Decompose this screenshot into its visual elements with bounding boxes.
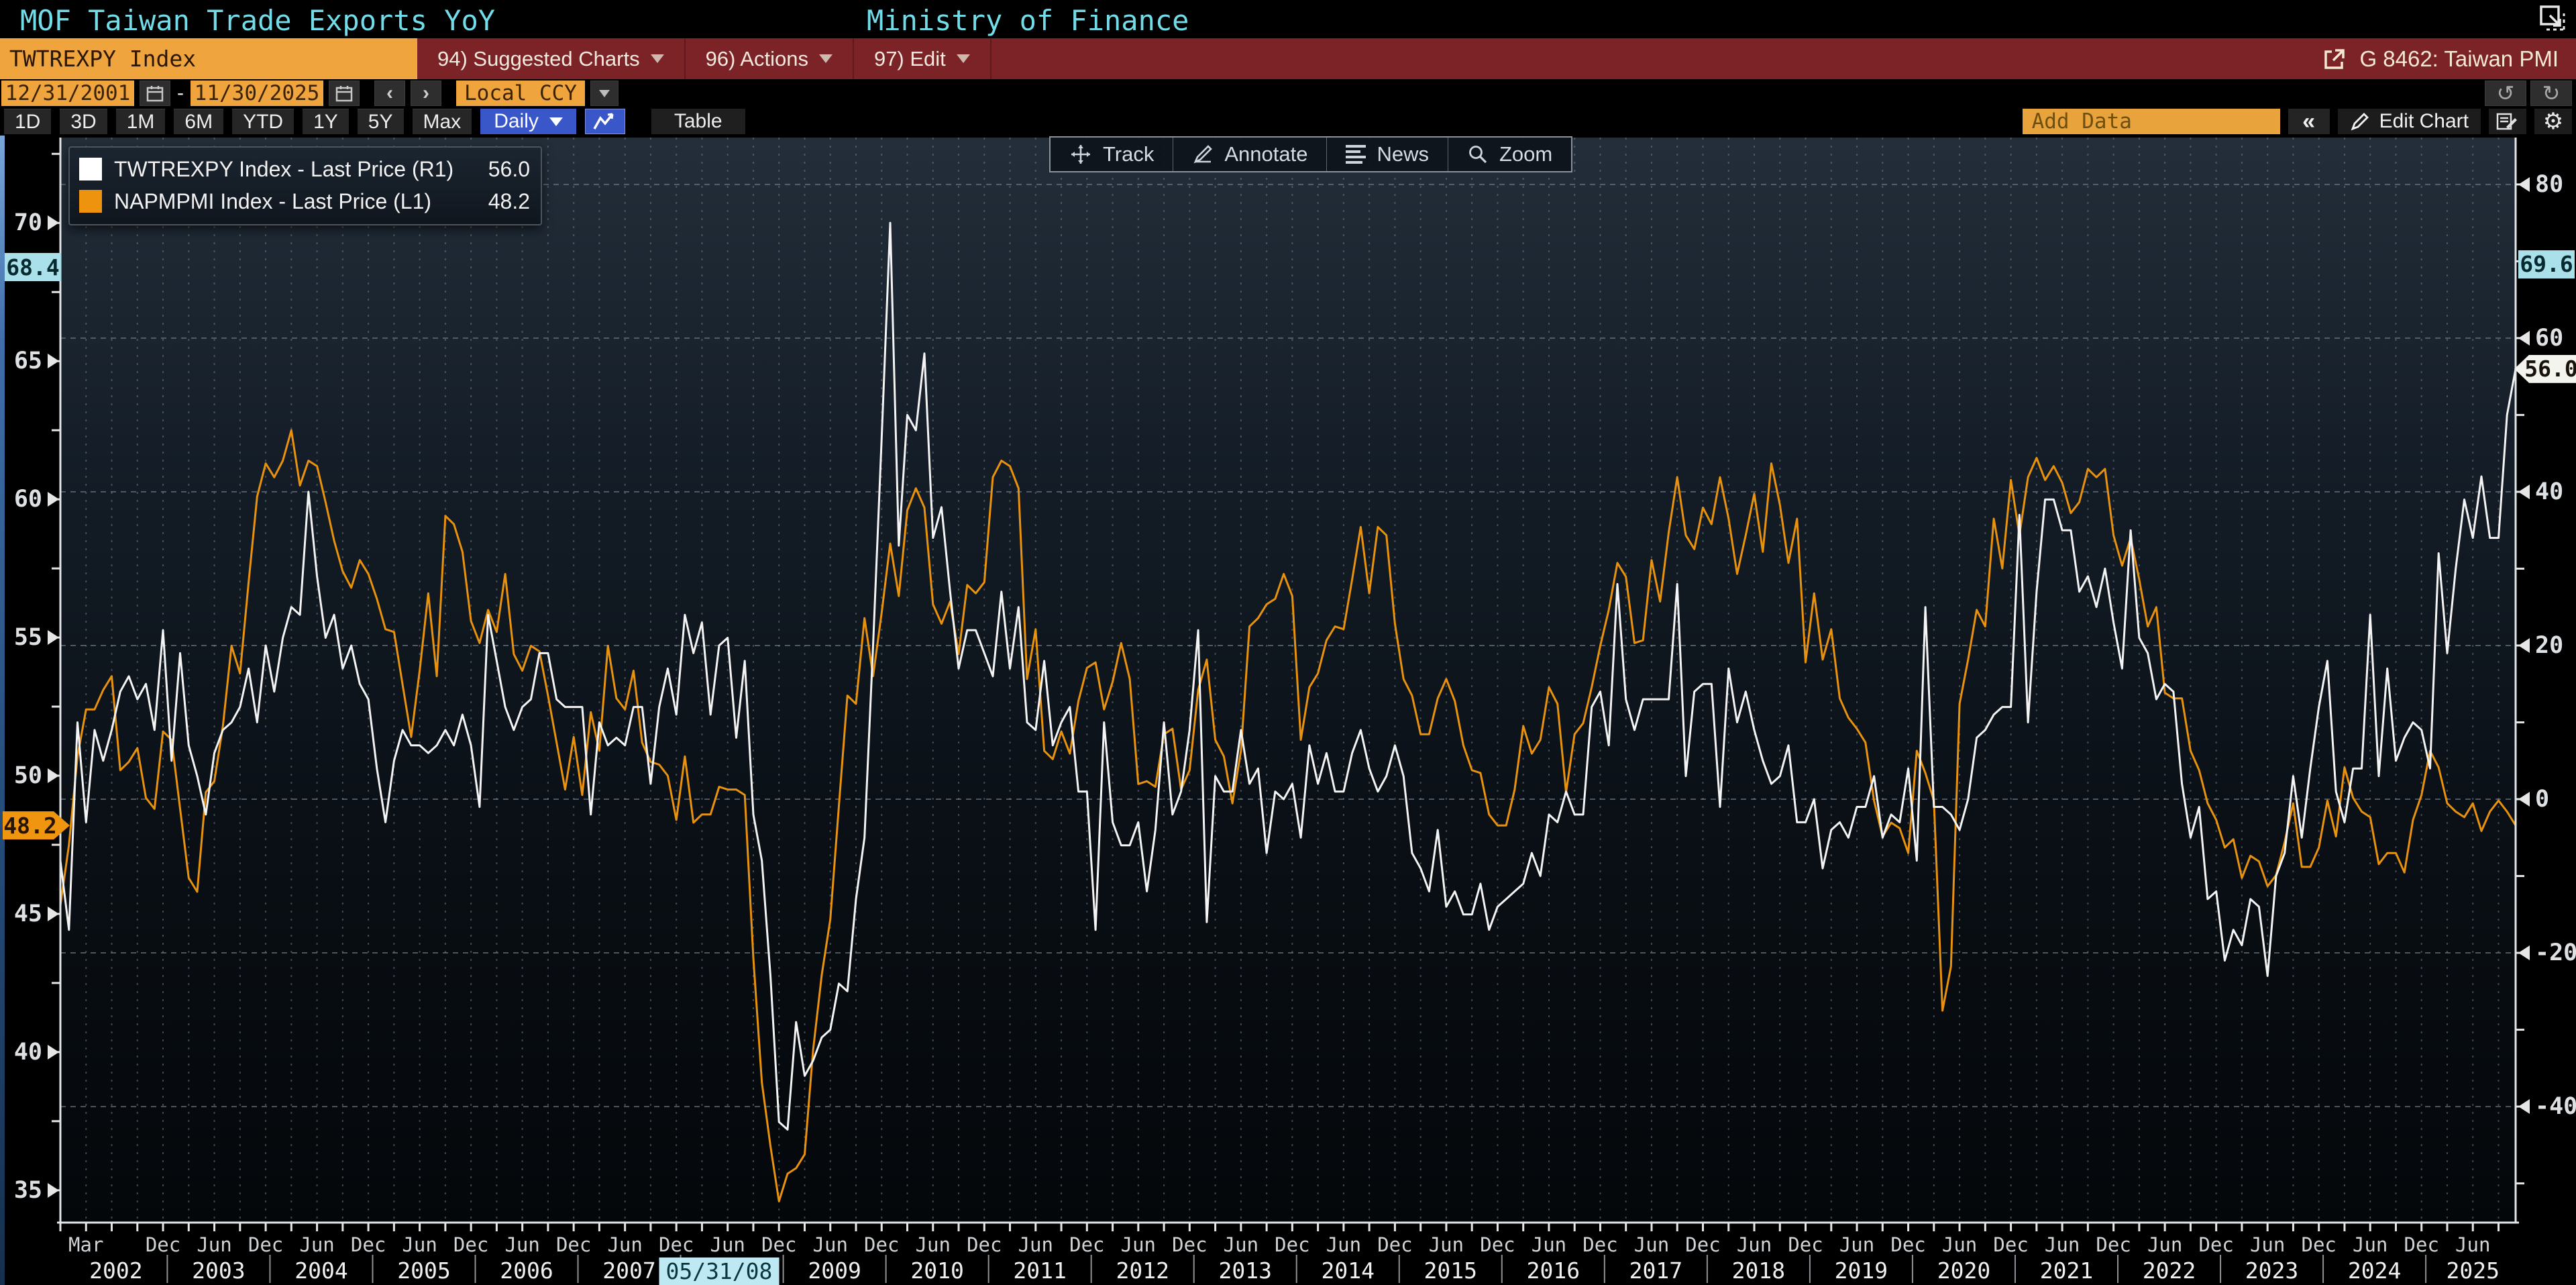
legend-label: TWTREXPY Index - Last Price (R1) <box>114 157 453 182</box>
period-button-max[interactable]: Max <box>413 109 472 134</box>
chart-type-button[interactable] <box>585 109 625 134</box>
period-button-1d[interactable]: 1D <box>4 109 51 134</box>
menu-bar: TWTREXPY Index 94) Suggested Charts 96) … <box>0 38 2576 79</box>
period-button-5y[interactable]: 5Y <box>358 109 404 134</box>
legend-label: NAPMPMI Index - Last Price (L1) <box>114 189 431 214</box>
period-toolbar: 1D3D1M6MYTD1Y5YMax Daily Table Add Data … <box>0 107 2576 136</box>
magnifier-icon <box>1467 144 1489 165</box>
chevron-down-icon <box>819 54 833 63</box>
chart-title: MOF Taiwan Trade Exports YoY <box>20 4 495 37</box>
saved-chart-link[interactable]: G 8462: Taiwan PMI <box>2322 38 2576 79</box>
line-chart-icon <box>592 111 618 132</box>
chevron-down-icon <box>957 54 970 63</box>
chevron-down-icon <box>599 90 610 97</box>
annotate-pencil-icon <box>1192 144 1214 165</box>
period-button-1m[interactable]: 1M <box>116 109 166 134</box>
calendar-icon <box>146 84 164 103</box>
shift-range-back-button[interactable]: ‹ <box>374 81 405 106</box>
start-date-calendar-button[interactable] <box>140 81 170 106</box>
currency-dropdown-button[interactable] <box>590 81 619 106</box>
news-lines-icon <box>1346 145 1366 164</box>
chart-subtitle: Ministry of Finance <box>867 4 1189 37</box>
calendar-icon <box>335 84 354 103</box>
chevron-down-icon <box>549 117 563 126</box>
date-toolbar: 12/31/2001 - 11/30/2025 ‹ › Local CCY ↺ … <box>0 79 2576 107</box>
crosshair-icon <box>1069 143 1092 166</box>
series-swatch-orange <box>79 190 102 213</box>
menu-suggested-charts[interactable]: 94) Suggested Charts <box>417 38 686 79</box>
redo-button[interactable]: ↻ <box>2530 81 2572 106</box>
edit-chart-button[interactable]: Edit Chart <box>2338 109 2481 134</box>
table-view-button[interactable]: Table <box>651 109 745 134</box>
legend-row-twtrexpy[interactable]: TWTREXPY Index - Last Price (R1) 56.0 <box>79 153 530 185</box>
track-button[interactable]: Track <box>1051 138 1173 171</box>
menu-edit[interactable]: 97) Edit <box>854 38 991 79</box>
zoom-button[interactable]: Zoom <box>1448 138 1571 171</box>
legend-last-value: 48.2 <box>488 189 530 214</box>
chart-settings-button[interactable]: ⚙ <box>2534 109 2572 134</box>
period-button-6m[interactable]: 6M <box>174 109 223 134</box>
frequency-select[interactable]: Daily <box>480 109 576 134</box>
date-range-separator: - <box>177 82 184 105</box>
period-button-3d[interactable]: 3D <box>60 109 107 134</box>
legend-last-value: 56.0 <box>488 157 530 182</box>
legend-row-napmpmi[interactable]: NAPMPMI Index - Last Price (L1) 48.2 <box>79 185 530 217</box>
start-date-field[interactable]: 12/31/2001 <box>1 81 134 106</box>
end-date-calendar-button[interactable] <box>329 81 360 106</box>
pencil-icon <box>2350 111 2370 132</box>
news-button[interactable]: News <box>1326 138 1448 171</box>
collapse-panel-button[interactable]: « <box>2288 109 2330 134</box>
series-swatch-white <box>79 158 102 181</box>
annotate-button[interactable]: Annotate <box>1173 138 1326 171</box>
title-bar: MOF Taiwan Trade Exports YoY Ministry of… <box>0 0 2576 38</box>
window-edge-strip <box>0 136 5 1285</box>
period-button-ytd[interactable]: YTD <box>232 109 294 134</box>
chart-annotations-button[interactable] <box>2489 109 2526 134</box>
shift-range-forward-button[interactable]: › <box>411 81 441 106</box>
note-edit-icon <box>2496 111 2519 132</box>
right-axis-cursor-value: 69.6 <box>2518 250 2575 278</box>
pop-out-window-icon[interactable] <box>2537 3 2569 35</box>
menu-actions[interactable]: 96) Actions <box>686 38 854 79</box>
security-ticker-field[interactable]: TWTREXPY Index <box>0 38 417 79</box>
left-axis-cursor-value: 68.4 <box>5 253 61 281</box>
add-data-input[interactable]: Add Data <box>2023 109 2280 134</box>
end-date-field[interactable]: 11/30/2025 <box>191 81 323 106</box>
external-link-icon <box>2322 46 2347 72</box>
chart-tools-toolbar: Track Annotate News Zoom <box>1049 136 1572 172</box>
currency-select[interactable]: Local CCY <box>456 81 585 106</box>
undo-button[interactable]: ↺ <box>2485 81 2526 106</box>
chart-legend[interactable]: TWTREXPY Index - Last Price (R1) 56.0 NA… <box>68 146 542 225</box>
chevron-down-icon <box>651 54 664 63</box>
period-button-1y[interactable]: 1Y <box>303 109 349 134</box>
